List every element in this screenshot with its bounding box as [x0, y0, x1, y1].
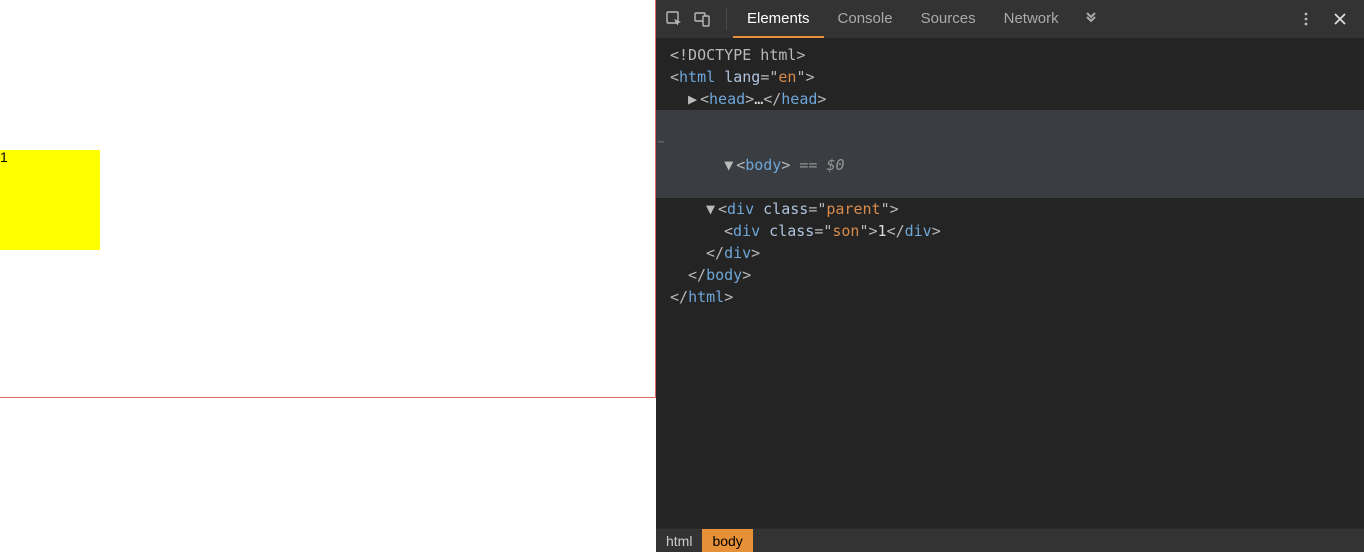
header-separator	[726, 8, 727, 30]
device-toolbar-icon[interactable]	[692, 9, 712, 29]
son-div: 1	[0, 150, 100, 250]
dom-head[interactable]: ▶<head>…</head>	[670, 88, 1364, 110]
tab-elements-label: Elements	[747, 10, 810, 27]
tab-network[interactable]: Network	[990, 0, 1073, 38]
breadcrumb-html[interactable]: html	[656, 529, 702, 552]
tab-sources-label: Sources	[921, 10, 976, 27]
inspect-element-icon[interactable]	[664, 9, 684, 29]
collapse-arrow-icon[interactable]: ▼	[706, 198, 718, 220]
devtools-tabs: Elements Console Sources Network	[733, 0, 1109, 38]
dom-breadcrumb: html body	[656, 528, 1364, 552]
breadcrumb-body-label: body	[712, 533, 742, 549]
gutter-dots-icon: ⋯	[658, 132, 665, 154]
tabs-overflow-icon[interactable]	[1073, 0, 1109, 38]
dom-div-parent-open[interactable]: ▼<div class="parent">	[670, 198, 1364, 220]
devtools-panel: Elements Console Sources Network	[656, 0, 1364, 552]
close-devtools-icon[interactable]	[1330, 9, 1350, 29]
breadcrumb-html-label: html	[666, 533, 692, 549]
tab-console-label: Console	[838, 10, 893, 27]
doctype-text: <!DOCTYPE html>	[670, 46, 805, 64]
dom-doctype[interactable]: <!DOCTYPE html>	[670, 44, 1364, 66]
dom-body-close[interactable]: </body>	[670, 264, 1364, 286]
rendered-page-pane: 1	[0, 0, 656, 552]
tab-sources[interactable]: Sources	[907, 0, 990, 38]
dom-html-close[interactable]: </html>	[670, 286, 1364, 308]
breadcrumb-body[interactable]: body	[702, 529, 752, 552]
tab-network-label: Network	[1004, 10, 1059, 27]
dom-tree[interactable]: <!DOCTYPE html> <html lang="en"> ▶<head>…	[656, 38, 1364, 528]
rendered-body-outline: 1	[0, 0, 656, 398]
dom-body-open[interactable]: ⋯ ▼<body> == $0	[656, 110, 1364, 198]
devtools-right-icons	[1296, 9, 1364, 29]
son-text: 1	[0, 149, 8, 165]
tab-elements[interactable]: Elements	[733, 0, 824, 38]
devtools-left-icons	[656, 9, 720, 29]
dom-div-parent-close[interactable]: </div>	[670, 242, 1364, 264]
dom-html-open[interactable]: <html lang="en">	[670, 66, 1364, 88]
devtools-header: Elements Console Sources Network	[656, 0, 1364, 38]
dom-div-son[interactable]: <div class="son">1</div>	[670, 220, 1364, 242]
kebab-menu-icon[interactable]	[1296, 9, 1316, 29]
tab-console[interactable]: Console	[824, 0, 907, 38]
collapse-arrow-icon[interactable]: ▼	[724, 154, 736, 176]
expand-arrow-icon[interactable]: ▶	[688, 88, 700, 110]
